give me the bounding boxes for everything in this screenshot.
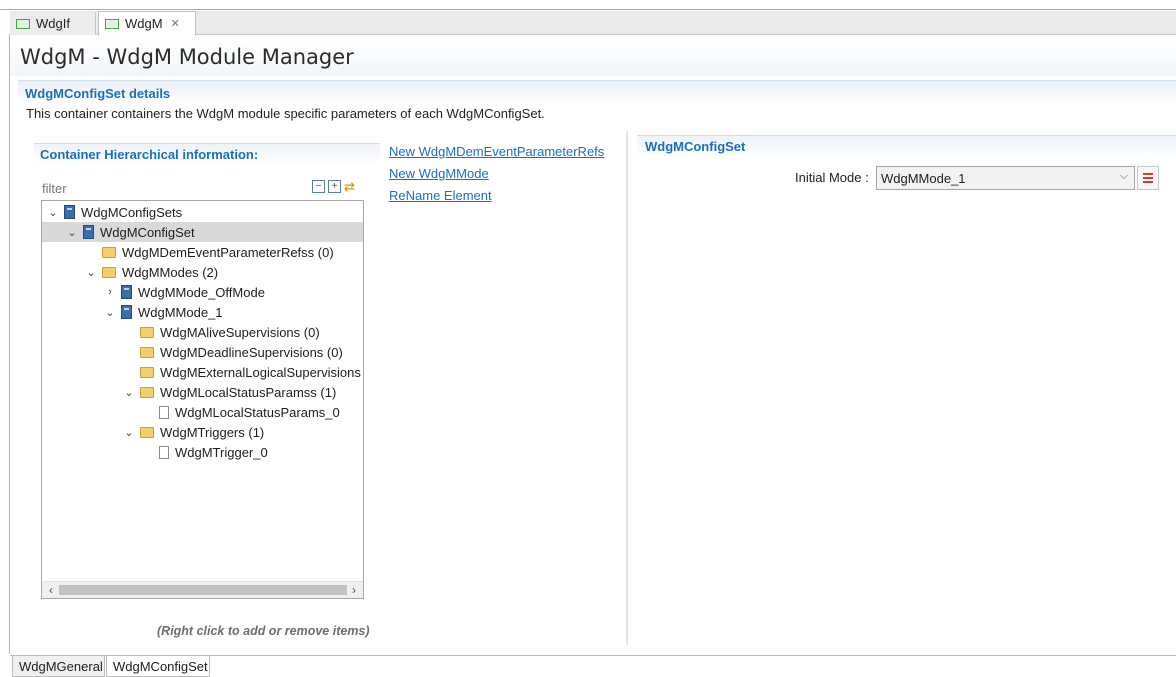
tab-label: WdgMGeneral [19, 658, 103, 674]
folder-icon [102, 266, 116, 278]
tree-item-label: WdgMTrigger_0 [175, 444, 268, 460]
module-icon [16, 18, 30, 29]
new-dem-event-parameter-refs-link[interactable]: New WdgMDemEventParameterRefs [389, 144, 604, 159]
tree-item-label: WdgMAliveSupervisions (0) [160, 324, 320, 340]
chevron-down-icon[interactable]: ⌄ [122, 426, 136, 439]
tree-toolbar: − + ⇄ [312, 180, 358, 194]
doc-icon [159, 405, 169, 419]
details-section-bar [18, 80, 1176, 104]
tree-item[interactable]: ⌄ WdgMConfigSet [42, 222, 363, 242]
chevron-down-icon[interactable]: ⌄ [84, 266, 98, 279]
tree-item[interactable]: › WdgMMode_OffMode [42, 282, 363, 302]
tab-label: WdgM [125, 16, 163, 31]
folder-icon [102, 246, 116, 258]
module-icon [105, 18, 119, 29]
tree-item[interactable]: ⌄ WdgMConfigSets [42, 202, 363, 222]
tree-item[interactable]: ⌄ WdgMMode_1 [42, 302, 363, 322]
tree-item-label: WdgMLocalStatusParamss (1) [160, 384, 337, 400]
tree-item[interactable]: WdgMAliveSupervisions (0) [42, 322, 363, 342]
initial-mode-value: WdgMMode_1 [881, 170, 966, 186]
scroll-left-icon[interactable]: ‹ [44, 583, 58, 597]
folder-icon [140, 346, 154, 358]
window-top-border [0, 0, 1176, 10]
tree-item-label: WdgMConfigSets [81, 204, 183, 220]
editor-left-edge [9, 34, 10, 654]
tree-item[interactable]: ⌄ WdgMModes (2) [42, 262, 363, 282]
scroll-thumb[interactable] [59, 585, 347, 595]
chevron-down-icon[interactable]: ⌄ [65, 226, 79, 239]
tree-item-label: WdgMExternalLogicalSupervisions [160, 364, 361, 380]
close-icon[interactable]: ✕ [171, 17, 180, 30]
tab-wdgm-general[interactable]: WdgMGeneral [12, 656, 105, 677]
expand-all-icon[interactable]: + [328, 180, 341, 193]
tree-item-label: WdgMLocalStatusParams_0 [175, 404, 340, 420]
tree-item[interactable]: WdgMLocalStatusParams_0 [42, 402, 363, 422]
scroll-right-icon[interactable]: › [347, 583, 361, 597]
node-icon [64, 205, 75, 219]
page-header: WdgM - WdgM Module Manager [10, 36, 1176, 76]
tab-wdgif[interactable]: WdgIf [10, 12, 96, 35]
details-title: WdgMConfigSet details [25, 86, 171, 101]
tree-item[interactable]: ⌄ WdgMLocalStatusParamss (1) [42, 382, 363, 402]
panel-divider[interactable] [626, 131, 628, 645]
chevron-down-icon[interactable]: ⌄ [103, 306, 117, 319]
details-description: This container containers the WdgM modul… [26, 106, 545, 121]
folder-icon [140, 426, 154, 438]
horizontal-scrollbar[interactable]: ‹ › [42, 581, 363, 598]
sync-icon[interactable]: ⇄ [344, 180, 358, 194]
tree-item[interactable]: WdgMExternalLogicalSupervisions [42, 362, 363, 382]
tree-item-label: WdgMDeadlineSupervisions (0) [160, 344, 343, 360]
node-icon [121, 285, 132, 299]
tab-label: WdgIf [36, 16, 70, 31]
chevron-right-icon[interactable]: › [103, 286, 117, 298]
configset-title: WdgMConfigSet [645, 139, 746, 154]
tree-item[interactable]: ⌄ WdgMTriggers (1) [42, 422, 363, 442]
tree-item-label: WdgMConfigSet [100, 224, 195, 240]
tab-wdgm[interactable]: WdgM ✕ [98, 11, 196, 36]
chevron-down-icon[interactable]: ⌄ [122, 386, 136, 399]
tree-item-label: WdgMMode_OffMode [138, 284, 265, 300]
tree-item-label: WdgMDemEventParameterRefss (0) [122, 244, 334, 260]
tree-item[interactable]: WdgMDeadlineSupervisions (0) [42, 342, 363, 362]
tree-hint: (Right click to add or remove items) [157, 624, 370, 638]
filter-input[interactable] [40, 178, 300, 198]
new-wdgm-mode-link[interactable]: New WdgMMode [389, 166, 489, 181]
folder-icon [140, 326, 154, 338]
node-icon [121, 305, 132, 319]
initial-mode-select[interactable]: WdgMMode_1 ⌵ [876, 166, 1135, 190]
page-title: WdgM - WdgM Module Manager [20, 45, 354, 69]
list-icon[interactable] [1137, 166, 1159, 190]
editor-tab-bar: WdgIf WdgM ✕ [10, 11, 1176, 36]
rename-element-link[interactable]: ReName Element [389, 188, 492, 203]
initial-mode-label: Initial Mode : [795, 170, 869, 185]
tab-wdgm-configset[interactable]: WdgMConfigSet [106, 656, 210, 677]
tab-label: WdgMConfigSet [113, 658, 208, 674]
container-tree[interactable]: ⌄ WdgMConfigSets ⌄ WdgMConfigSet WdgMDemEven… [41, 200, 364, 599]
tree-item-label: WdgMTriggers (1) [160, 424, 265, 440]
folder-icon [140, 386, 154, 398]
collapse-all-icon[interactable]: − [312, 180, 325, 193]
tree-item-label: WdgMModes (2) [122, 264, 219, 280]
tree-item-label: WdgMMode_1 [138, 304, 223, 320]
node-icon [83, 225, 94, 239]
tree-item[interactable]: WdgMTrigger_0 [42, 442, 363, 462]
tree-item[interactable]: WdgMDemEventParameterRefss (0) [42, 242, 363, 262]
folder-icon [140, 366, 154, 378]
chevron-down-icon[interactable]: ⌄ [46, 206, 60, 219]
chevron-down-icon: ⌵ [1119, 170, 1128, 182]
hierarchy-title: Container Hierarchical information: [40, 147, 259, 162]
doc-icon [159, 445, 169, 459]
